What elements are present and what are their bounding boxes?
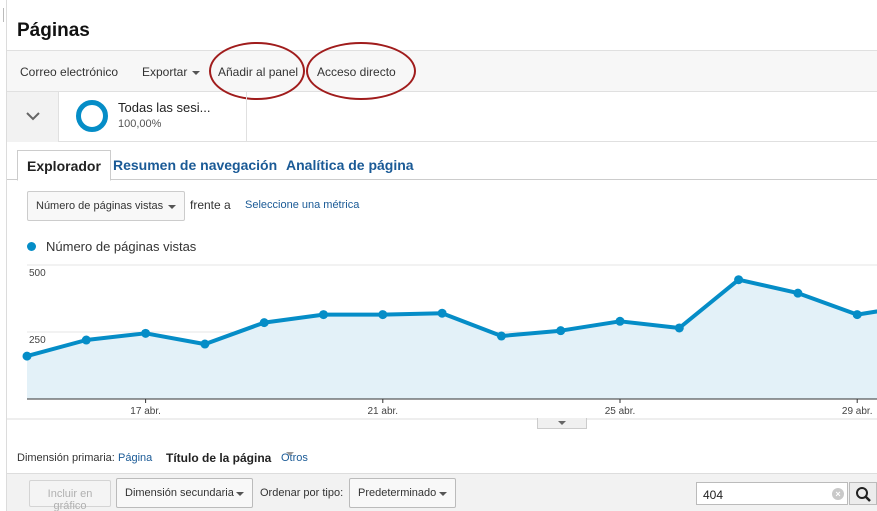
x-tick-label: 17 abr. — [130, 406, 161, 417]
page-title: Páginas — [17, 20, 90, 41]
segment-card[interactable]: Todas las sesi... 100,00% — [59, 92, 247, 142]
pageviews-chart[interactable]: 500 250 17 abr. 21 abr. 25 abr. 29 abr. — [7, 262, 877, 420]
segment-donut-icon — [76, 100, 108, 132]
primary-dimension-label: Dimensión primaria: — [17, 452, 115, 464]
y-tick-250: 250 — [29, 335, 46, 346]
tab-in-page-analytics[interactable]: Analítica de página — [286, 150, 414, 180]
dimension-page-link[interactable]: Página — [118, 452, 152, 464]
data-point[interactable] — [200, 339, 210, 349]
chevron-down-icon — [439, 492, 447, 496]
x-tick-label: 25 abr. — [605, 406, 636, 417]
email-button[interactable]: Correo electrónico — [20, 65, 118, 79]
data-point[interactable] — [674, 323, 684, 333]
legend-label: Número de páginas vistas — [46, 239, 197, 254]
data-point[interactable] — [378, 310, 388, 320]
sort-type-value: Predeterminado — [358, 487, 437, 499]
chevron-down-icon — [286, 452, 294, 456]
table-filter-bar: Incluir en gráfico Dimensión secundaria … — [7, 473, 877, 511]
data-point[interactable] — [437, 308, 447, 318]
segment-toggle[interactable] — [7, 92, 59, 142]
select-metric-link[interactable]: Seleccione una métrica — [245, 199, 359, 211]
search-button[interactable] — [849, 482, 877, 505]
secondary-dimension-label: Dimensión secundaria — [125, 487, 234, 499]
analytics-pages-report: Páginas Correo electrónico Exportar Añad… — [0, 0, 877, 511]
data-point[interactable] — [22, 351, 32, 361]
data-point[interactable] — [141, 328, 151, 338]
data-point[interactable] — [556, 326, 566, 336]
export-label: Exportar — [142, 65, 188, 79]
data-point[interactable] — [852, 310, 862, 320]
x-tick-label: 29 abr. — [842, 406, 873, 417]
segment-name: Todas las sesi... — [118, 100, 211, 115]
data-point[interactable] — [81, 335, 91, 345]
search-icon — [856, 487, 871, 502]
legend-dot — [27, 242, 36, 251]
report-tabs: Explorador Resumen de navegación Analíti… — [7, 150, 877, 181]
sort-type-label: Ordenar por tipo: — [260, 487, 344, 499]
export-button[interactable]: Exportar — [142, 65, 201, 79]
window-edge — [0, 8, 4, 22]
chart-collapse-handle[interactable] — [537, 418, 587, 429]
data-point[interactable] — [496, 331, 506, 341]
sort-type-select[interactable]: Predeterminado — [349, 478, 456, 508]
x-tick-label: 21 abr. — [368, 406, 399, 417]
data-point[interactable] — [734, 275, 744, 285]
clear-icon[interactable]: × — [832, 488, 844, 500]
data-point[interactable] — [615, 316, 625, 326]
versus-label: frente a — [190, 198, 231, 212]
table-search-input[interactable] — [696, 482, 848, 505]
segment-bar: Todas las sesi... 100,00% — [7, 92, 877, 142]
data-point[interactable] — [259, 318, 269, 328]
data-point[interactable] — [793, 288, 803, 298]
dimension-page-title[interactable]: Título de la página — [166, 451, 271, 465]
secondary-dimension-select[interactable]: Dimensión secundaria — [116, 478, 253, 508]
chevron-down-icon — [26, 112, 40, 121]
chevron-down-icon — [558, 421, 566, 425]
metric-select[interactable]: Número de páginas vistas — [27, 191, 185, 221]
y-tick-500: 500 — [29, 268, 46, 279]
chevron-down-icon — [168, 205, 176, 209]
report-toolbar: Correo electrónico Exportar Añadir al pa… — [7, 50, 877, 92]
segment-percent: 100,00% — [118, 118, 162, 130]
tab-explorer[interactable]: Explorador — [17, 150, 111, 181]
data-point[interactable] — [319, 310, 328, 320]
tab-navigation-summary[interactable]: Resumen de navegación — [113, 150, 277, 180]
plot-rows-button[interactable]: Incluir en gráfico — [29, 480, 111, 511]
chevron-down-icon — [192, 70, 201, 75]
chevron-down-icon — [236, 492, 244, 496]
metric-select-value: Número de páginas vistas — [36, 200, 164, 212]
